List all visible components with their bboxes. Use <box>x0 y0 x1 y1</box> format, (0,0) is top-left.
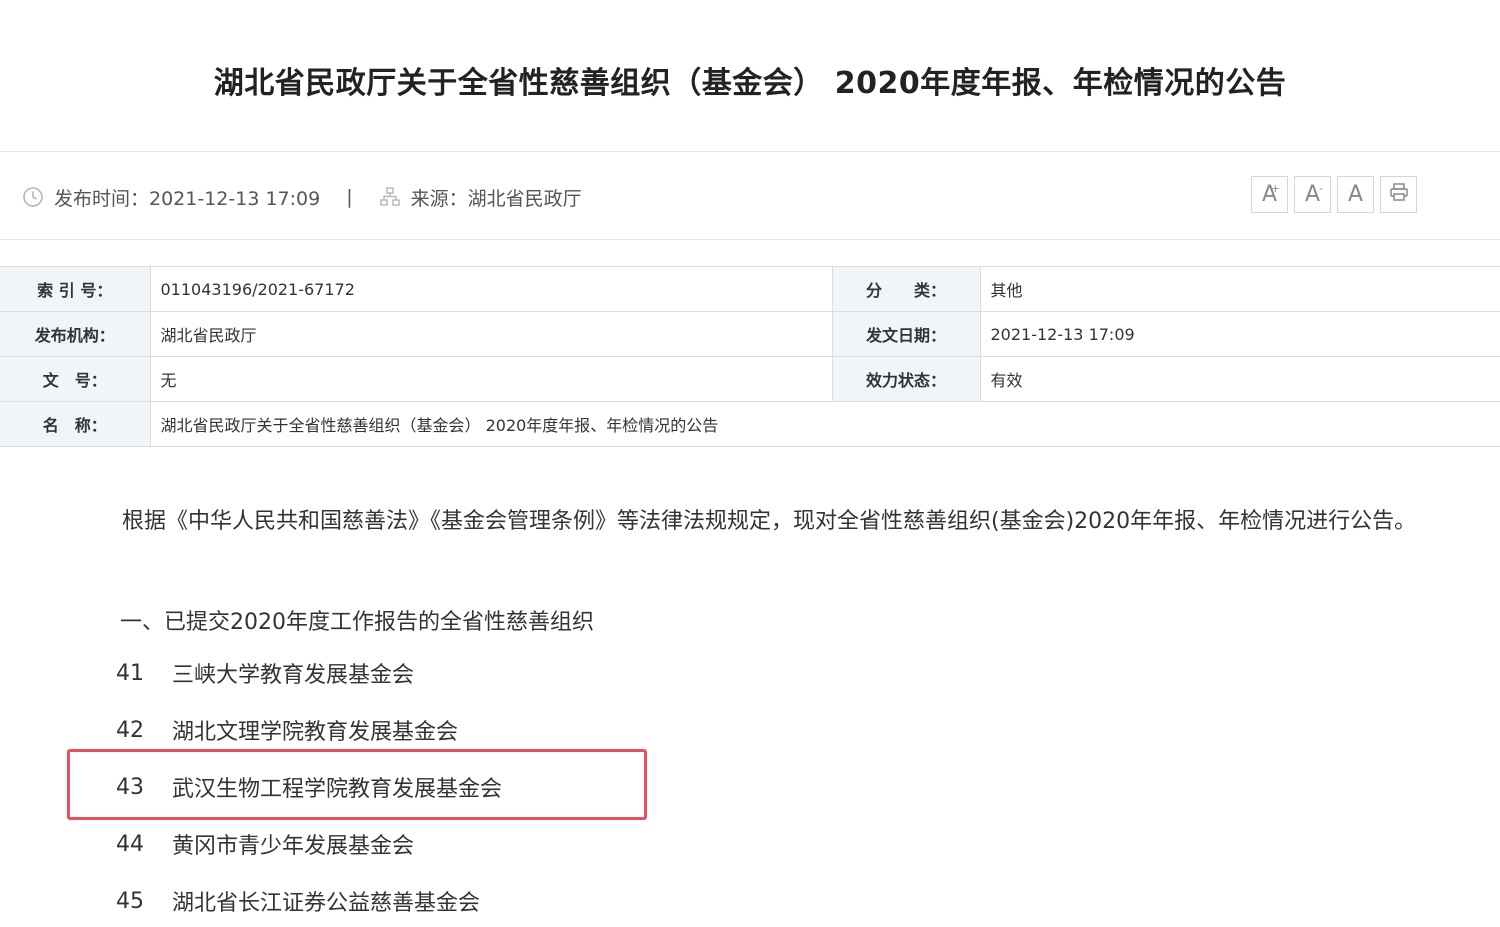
item-name: 湖北省长江证券公益慈善基金会 <box>172 891 481 916</box>
font-reset-button[interactable]: A <box>1337 176 1374 213</box>
item-name: 湖北文理学院教育发展基金会 <box>172 720 459 745</box>
article-meta: 发布时间：2021-12-13 17:09 | 来源：湖北省民政厅 <box>22 182 582 212</box>
clock-icon <box>22 186 44 208</box>
section-heading: 一、已提交2020年度工作报告的全省性慈善组织 <box>120 610 594 635</box>
issue-date-label: 发文日期： <box>831 311 981 357</box>
item-number: 44 <box>116 831 144 857</box>
font-increase-button[interactable]: A + <box>1251 176 1288 213</box>
item-number: 45 <box>116 888 144 914</box>
sitemap-icon <box>379 186 401 208</box>
item-name: 黄冈市青少年发展基金会 <box>172 834 415 859</box>
item-number: 41 <box>116 660 144 686</box>
status-label: 效力状态： <box>831 356 981 402</box>
name-label: 名 称： <box>0 401 151 447</box>
highlight-box <box>67 749 647 820</box>
meta-separator: | <box>346 186 353 208</box>
publish-time: 发布时间：2021-12-13 17:09 <box>54 187 321 210</box>
font-size-tools: A + A- A <box>1251 176 1417 213</box>
name-value: 湖北省民政厅关于全省性慈善组织（基金会） 2020年度年报、年检情况的公告 <box>149 401 1500 447</box>
article-page: 湖北省民政厅关于全省性慈善组织（基金会） 2020年度年报、年检情况的公告 发布… <box>0 0 1500 927</box>
category-label: 分 类： <box>831 266 981 312</box>
print-button[interactable] <box>1380 176 1417 213</box>
article-body: 根据《中华人民共和国慈善法》《基金会管理条例》等法律法规规定，现对全省性慈善组织… <box>74 498 1434 546</box>
printer-icon <box>1388 181 1410 209</box>
issuer-label: 发布机构： <box>0 311 151 357</box>
doc-number-value: 无 <box>149 356 833 402</box>
table-row: 发布机构： 湖北省民政厅 发文日期： 2021-12-13 17:09 <box>0 311 1500 357</box>
divider <box>0 239 1500 240</box>
item-name: 三峡大学教育发展基金会 <box>172 663 415 688</box>
category-value: 其他 <box>979 266 1500 312</box>
font-decrease-sup: - <box>1319 182 1323 195</box>
font-increase-sup: + <box>1270 182 1280 195</box>
table-row: 名 称： 湖北省民政厅关于全省性慈善组织（基金会） 2020年度年报、年检情况的… <box>0 401 1500 447</box>
intro-paragraph: 根据《中华人民共和国慈善法》《基金会管理条例》等法律法规规定，现对全省性慈善组织… <box>122 509 1417 534</box>
list-item: 45 湖北省长江证券公益慈善基金会 <box>116 881 480 921</box>
doc-number-label: 文 号： <box>0 356 151 402</box>
document-info-table: 索 引 号： 011043196/2021-67172 分 类： 其他 发布机构… <box>0 266 1500 447</box>
article-title: 湖北省民政厅关于全省性慈善组织（基金会） 2020年度年报、年检情况的公告 <box>213 66 1287 101</box>
index-value: 011043196/2021-67172 <box>149 266 833 312</box>
table-row: 文 号： 无 效力状态： 有效 <box>0 356 1500 402</box>
divider <box>0 151 1500 152</box>
issuer-value: 湖北省民政厅 <box>149 311 833 357</box>
article-source: 来源：湖北省民政厅 <box>410 187 582 210</box>
font-decrease-label: A <box>1304 182 1321 207</box>
item-number: 42 <box>116 717 144 743</box>
issue-date-value: 2021-12-13 17:09 <box>979 311 1500 357</box>
index-label: 索 引 号： <box>0 266 151 312</box>
list-item: 42 湖北文理学院教育发展基金会 <box>116 710 458 750</box>
font-decrease-button[interactable]: A- <box>1294 176 1331 213</box>
list-item: 44 黄冈市青少年发展基金会 <box>116 824 414 864</box>
list-item: 41 三峡大学教育发展基金会 <box>116 653 414 693</box>
status-value: 有效 <box>979 356 1500 402</box>
table-row: 索 引 号： 011043196/2021-67172 分 类： 其他 <box>0 266 1500 312</box>
font-reset-label: A <box>1347 182 1364 207</box>
